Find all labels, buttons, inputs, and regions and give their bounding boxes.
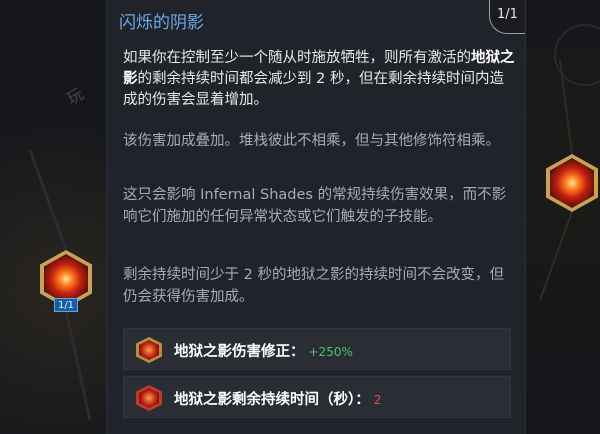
desc-text: 如果你在控制至少一个随从时施放牺牲，则所有激活的: [123, 50, 471, 66]
tooltip-note: 剩余持续时间少于 2 秒的地狱之影的持续时间不会改变，但仍会获得伤害加成。: [123, 267, 504, 305]
infernal-shade-node-icon: [44, 254, 88, 304]
tooltip-note: 该伤害加成叠加。堆栈彼此不相乘，但与其他修饰符相乘。: [123, 133, 500, 149]
fire-burst-node-icon: [550, 158, 594, 208]
modifier-value: +250%: [308, 345, 353, 359]
infernal-shade-damage-icon: [136, 337, 162, 363]
tooltip-note: 这只会影响 Infernal Shades 的常规持续伤害效果，而不影响它们施加…: [123, 187, 507, 225]
desc-text: 的剩余持续时间都会减少到 2 秒，但在剩余持续时间内造成的伤害会显着增加。: [123, 71, 504, 108]
rank-indicator: 1/1: [489, 0, 525, 34]
tooltip-description: 如果你在控制至少一个随从时施放牺牲，则所有激活的地狱之影的剩余持续时间都会减少到…: [123, 48, 518, 111]
tooltip-title: 闪烁的阴影: [119, 13, 204, 33]
modifier-row: 地狱之影伤害修正： +250%: [123, 328, 511, 370]
modifier-label: 地狱之影伤害修正： +250%: [174, 344, 353, 360]
node-rank-badge: 1/1: [54, 298, 78, 312]
modifier-row: 地狱之影剩余持续时间（秒）： 2: [123, 376, 511, 418]
modifier-label: 地狱之影剩余持续时间（秒）： 2: [174, 392, 382, 408]
tooltip-panel: 闪烁的阴影 1/1 如果你在控制至少一个随从时施放牺牲，则所有激活的地狱之影的剩…: [106, 0, 526, 434]
infernal-shade-duration-icon: [136, 385, 162, 411]
modifier-value: 2: [373, 393, 382, 407]
